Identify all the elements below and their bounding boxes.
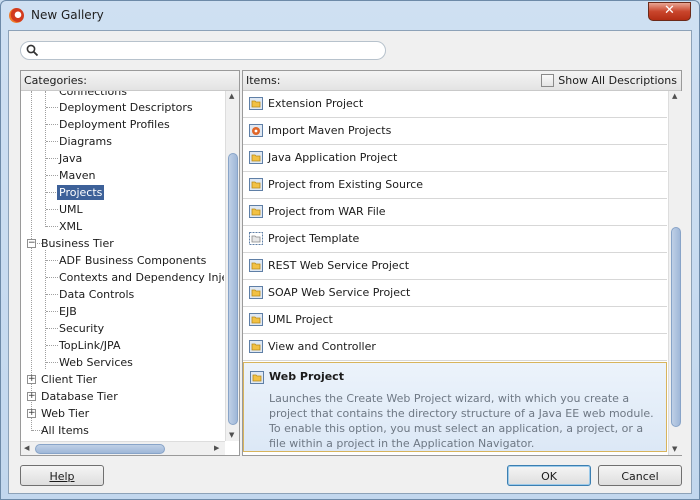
- item-view-and-controller[interactable]: View and Controller: [243, 334, 667, 361]
- project-folder-icon: [249, 286, 263, 299]
- item-label: Java Application Project: [268, 151, 398, 164]
- category-database-tier[interactable]: Database Tier: [39, 389, 120, 404]
- category-all-items[interactable]: All Items: [39, 423, 91, 438]
- expand-web-tier-toggle[interactable]: +: [27, 409, 36, 418]
- scroll-down-arrow-icon[interactable]: ▼: [229, 431, 234, 439]
- categories-tree: Connections Deployment Descriptors Deplo…: [21, 91, 224, 441]
- categories-header: Categories:: [21, 71, 239, 91]
- category-toplink-jpa[interactable]: TopLink/JPA: [57, 338, 123, 353]
- checkbox-box[interactable]: [541, 74, 555, 87]
- category-java[interactable]: Java: [57, 151, 84, 166]
- project-folder-icon: [249, 178, 263, 191]
- item-label: Import Maven Projects: [268, 124, 392, 137]
- search-input[interactable]: [43, 43, 373, 58]
- help-button-label: Help: [49, 470, 75, 483]
- project-folder-icon: [249, 313, 263, 326]
- item-label: SOAP Web Service Project: [268, 286, 411, 299]
- item-extension-project[interactable]: Extension Project: [243, 91, 667, 118]
- items-header-label: Items:: [246, 74, 281, 87]
- maven-icon: [249, 124, 263, 137]
- tree-guide-line: [45, 250, 46, 369]
- item-description: Launches the Create Web Project wizard, …: [269, 392, 654, 450]
- categories-horizontal-scroll-thumb[interactable]: [35, 444, 165, 454]
- cancel-button[interactable]: Cancel: [598, 465, 682, 486]
- item-label: Project from WAR File: [268, 205, 386, 218]
- close-button[interactable]: ✕: [648, 2, 691, 21]
- oracle-app-icon: [9, 8, 24, 23]
- ok-button[interactable]: OK: [507, 465, 591, 486]
- category-deployment-profiles[interactable]: Deployment Profiles: [57, 117, 172, 132]
- category-data-controls[interactable]: Data Controls: [57, 287, 136, 302]
- project-folder-icon: [249, 205, 263, 218]
- category-deployment-descriptors[interactable]: Deployment Descriptors: [57, 100, 195, 115]
- categories-header-label: Categories:: [24, 74, 87, 87]
- category-adf-business-components[interactable]: ADF Business Components: [57, 253, 208, 268]
- item-project-from-war-file[interactable]: Project from WAR File: [243, 199, 667, 226]
- item-label: Extension Project: [268, 97, 364, 110]
- scroll-up-arrow-icon[interactable]: ▲: [672, 92, 677, 100]
- item-soap-web-service-project[interactable]: SOAP Web Service Project: [243, 280, 667, 307]
- item-label: Project Template: [268, 232, 360, 245]
- scroll-up-arrow-icon[interactable]: ▲: [229, 92, 234, 100]
- window-title: New Gallery: [31, 8, 104, 22]
- item-import-maven-projects[interactable]: Import Maven Projects: [243, 118, 667, 145]
- category-business-tier[interactable]: Business Tier: [39, 236, 116, 251]
- items-header: Items: Show All Descriptions: [243, 71, 681, 91]
- item-label: View and Controller: [268, 340, 376, 353]
- help-button[interactable]: Help: [20, 465, 104, 486]
- title-bar[interactable]: New Gallery ✕: [1, 1, 699, 29]
- item-web-project[interactable]: Web Project Launches the Create Web Proj…: [243, 362, 667, 452]
- dialog-body: Categories: Connections Deployment Descr…: [8, 30, 692, 494]
- scroll-right-arrow-icon[interactable]: ▶: [214, 444, 219, 452]
- item-uml-project[interactable]: UML Project: [243, 307, 667, 334]
- category-ejb[interactable]: EJB: [57, 304, 79, 319]
- show-all-descriptions-checkbox[interactable]: Show All Descriptions: [541, 74, 677, 88]
- category-uml[interactable]: UML: [57, 202, 85, 217]
- new-gallery-dialog: New Gallery ✕ Categories: Connections De…: [0, 0, 700, 500]
- categories-horizontal-scrollbar[interactable]: ◀ ▶: [21, 441, 225, 455]
- project-folder-icon: [249, 340, 263, 353]
- project-template-icon: [249, 232, 263, 245]
- categories-vertical-scrollbar[interactable]: ▲ ▼: [225, 91, 239, 441]
- items-vertical-scroll-thumb[interactable]: [671, 227, 681, 427]
- item-label: UML Project: [268, 313, 333, 326]
- project-folder-icon: [249, 97, 263, 110]
- category-web-tier[interactable]: Web Tier: [39, 406, 91, 421]
- scroll-down-arrow-icon[interactable]: ▼: [672, 445, 677, 453]
- category-projects[interactable]: Projects: [57, 185, 105, 200]
- items-panel: Items: Show All Descriptions Extension P…: [242, 70, 682, 456]
- category-contexts-and-dependency-injection[interactable]: Contexts and Dependency Injection: [57, 270, 224, 285]
- category-maven[interactable]: Maven: [57, 168, 97, 183]
- item-rest-web-service-project[interactable]: REST Web Service Project: [243, 253, 667, 280]
- category-xml[interactable]: XML: [57, 219, 84, 234]
- search-field[interactable]: [20, 41, 386, 60]
- item-label: Web Project: [269, 370, 344, 383]
- project-folder-icon: [249, 259, 263, 272]
- categories-panel: Categories: Connections Deployment Descr…: [20, 70, 240, 456]
- category-connections[interactable]: Connections: [57, 91, 129, 99]
- show-all-descriptions-label: Show All Descriptions: [558, 74, 677, 87]
- items-vertical-scrollbar[interactable]: ▲ ▼: [668, 91, 682, 455]
- expand-client-tier-toggle[interactable]: +: [27, 375, 36, 384]
- search-icon: [26, 44, 39, 57]
- collapse-business-tier-toggle[interactable]: −: [27, 239, 36, 248]
- item-java-application-project[interactable]: Java Application Project: [243, 145, 667, 172]
- item-project-from-existing-source[interactable]: Project from Existing Source: [243, 172, 667, 199]
- categories-vertical-scroll-thumb[interactable]: [228, 153, 238, 425]
- project-folder-icon: [250, 371, 264, 384]
- tree-guide-line: [45, 91, 46, 227]
- scroll-left-arrow-icon[interactable]: ◀: [24, 444, 29, 452]
- item-project-template[interactable]: Project Template: [243, 226, 667, 253]
- expand-database-tier-toggle[interactable]: +: [27, 392, 36, 401]
- project-folder-icon: [249, 151, 263, 164]
- category-client-tier[interactable]: Client Tier: [39, 372, 99, 387]
- category-security[interactable]: Security: [57, 321, 106, 336]
- item-label: REST Web Service Project: [268, 259, 410, 272]
- category-diagrams[interactable]: Diagrams: [57, 134, 114, 149]
- item-label: Project from Existing Source: [268, 178, 424, 191]
- category-web-services[interactable]: Web Services: [57, 355, 135, 370]
